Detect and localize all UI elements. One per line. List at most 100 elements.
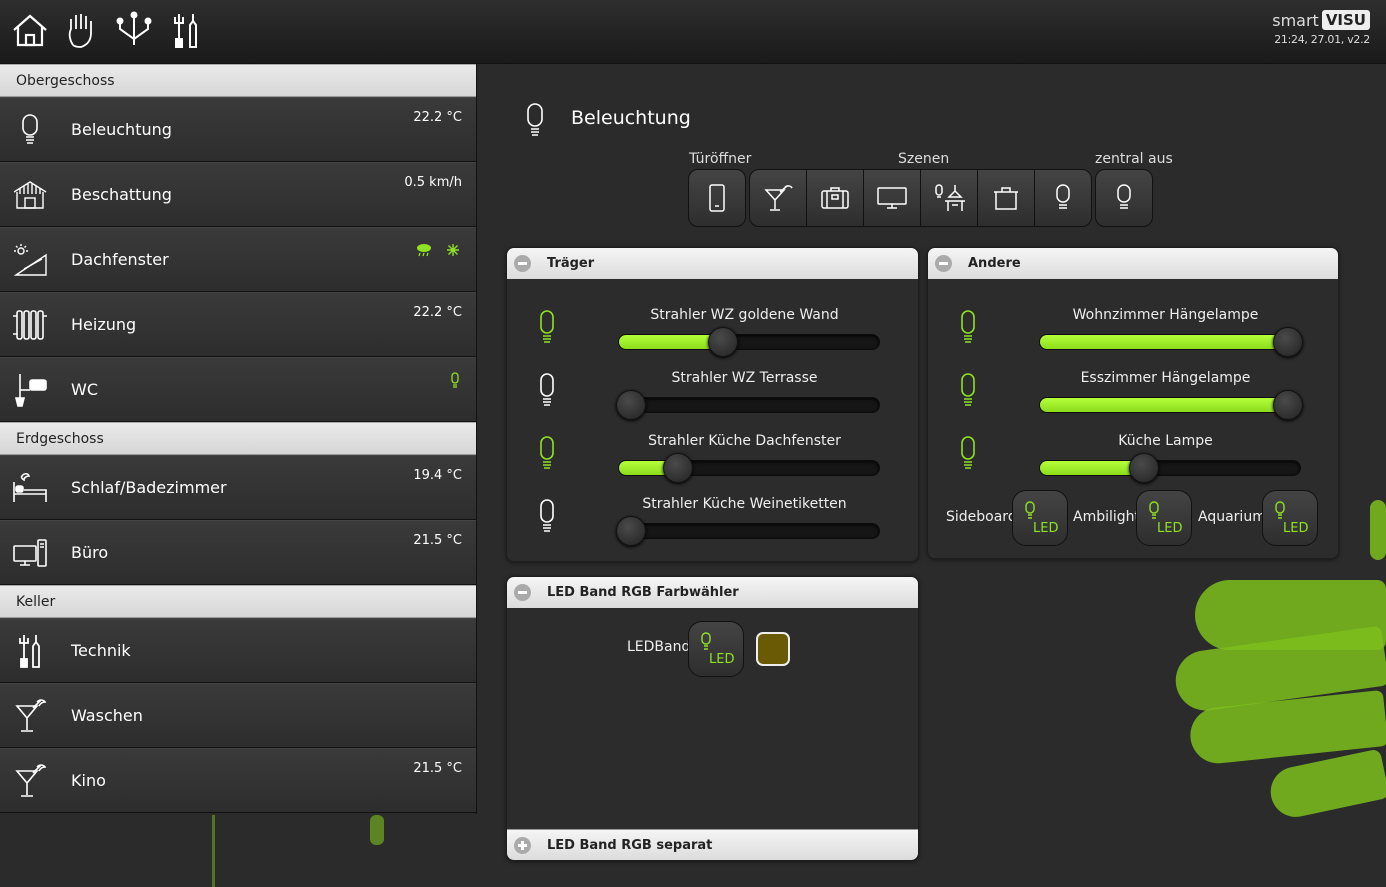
tools-icon: [10, 631, 50, 671]
door-opener-button[interactable]: [688, 169, 746, 227]
section-keller: Keller: [0, 585, 476, 618]
sidebar-item-schlaf-badezimmer[interactable]: Schlaf/Badezimmer 19.4 °C: [0, 455, 476, 520]
panel-led-separat-header[interactable]: LED Band RGB separat: [507, 829, 918, 860]
panel-andere: Andere Wohnzimmer Hängelampe Esszimmer H…: [927, 247, 1339, 559]
slider-label: Strahler WZ Terrasse: [671, 370, 818, 386]
sidebar-item-wc[interactable]: WC: [0, 357, 476, 422]
scene-suitcase-button[interactable]: [806, 169, 864, 227]
slider-handle[interactable]: [663, 453, 694, 483]
dimmer-slider[interactable]: [616, 516, 880, 546]
panel-andere-header[interactable]: Andere: [928, 248, 1338, 279]
ledband-label: LEDBand: [627, 639, 691, 655]
bulb-icon: [535, 371, 559, 411]
bulb-icon: [10, 110, 50, 150]
collapse-icon[interactable]: [514, 584, 531, 601]
tools-icon[interactable]: [166, 10, 206, 50]
panel-led-rgb: LED Band RGB Farbwähler LEDBand LED LED …: [506, 576, 919, 861]
sidebar-item-value: 19.4 °C: [413, 468, 462, 483]
sidebar-item-heizung[interactable]: Heizung 22.2 °C: [0, 292, 476, 357]
network-icon[interactable]: [114, 10, 154, 50]
ambilight-label: Ambilight: [1073, 509, 1141, 525]
slider-handle[interactable]: [1129, 453, 1160, 483]
slider-handle[interactable]: [616, 390, 646, 420]
sidebar-item-label: Beschattung: [71, 185, 172, 204]
sidebar-item-beleuchtung[interactable]: Beleuchtung 22.2 °C: [0, 97, 476, 162]
slider-handle[interactable]: [708, 327, 739, 357]
cocktail-icon: [764, 185, 793, 211]
led-label: LED: [1283, 521, 1309, 536]
scene-tv-button[interactable]: [863, 169, 921, 227]
scenes-label: Szenen: [898, 151, 950, 167]
door-label: Türöffner: [689, 151, 752, 167]
sidebar-item-label: Beleuchtung: [71, 120, 172, 139]
computer-icon: [10, 533, 50, 573]
sideboard-led-button[interactable]: LED: [1012, 490, 1068, 546]
section-erdgeschoss: Erdgeschoss: [0, 422, 476, 455]
aquarium-label: Aquarium: [1198, 509, 1266, 525]
sidebar-item-kino[interactable]: Kino 21.5 °C: [0, 748, 476, 813]
panel-title: Andere: [968, 256, 1021, 271]
sidebar-item-label: Dachfenster: [71, 250, 169, 269]
ledband-button[interactable]: LED: [688, 621, 744, 677]
bulb-icon: [956, 308, 980, 348]
sidebar-item-beschattung[interactable]: Beschattung 0.5 km/h: [0, 162, 476, 227]
dimmer-slider[interactable]: [1039, 390, 1303, 420]
home-icon[interactable]: [10, 10, 50, 50]
slider-fill: [1040, 335, 1288, 349]
panel-traeger-header[interactable]: Träger: [507, 248, 918, 279]
sidebar-item-label: Technik: [71, 641, 131, 660]
bulb-icon: [956, 371, 980, 411]
toilet-icon: [10, 370, 50, 410]
dining-lamp-icon: [935, 184, 965, 211]
ambilight-led-button[interactable]: LED: [1136, 490, 1192, 546]
scene-light-button[interactable]: [1034, 169, 1092, 227]
dimmer-slider[interactable]: [616, 390, 880, 420]
sidebar-item-value: 0.5 km/h: [404, 175, 462, 190]
slider-label: Strahler Küche Dachfenster: [648, 433, 841, 449]
slider-handle[interactable]: [616, 516, 646, 546]
central-off-button[interactable]: [1095, 169, 1153, 227]
dimmer-slider[interactable]: [1039, 327, 1303, 357]
snow-icon: [446, 242, 460, 261]
slider-handle[interactable]: [1273, 327, 1303, 357]
slider-label: Küche Lampe: [1118, 433, 1213, 449]
dimmer-slider[interactable]: [618, 453, 880, 483]
sidebar-item-value: 22.2 °C: [413, 110, 462, 125]
panel-led-rgb-header[interactable]: LED Band RGB Farbwähler: [507, 577, 918, 608]
sidebar-item-value: 22.2 °C: [413, 305, 462, 320]
cocktail-icon: [10, 761, 50, 801]
dimmer-slider[interactable]: [618, 327, 880, 357]
sidebar-item-label: Waschen: [71, 706, 143, 725]
radiator-icon: [10, 305, 50, 345]
slider-label: Wohnzimmer Hängelampe: [1072, 307, 1259, 323]
scene-pot-button[interactable]: [977, 169, 1035, 227]
scene-dining-button[interactable]: [920, 169, 978, 227]
sidebar-item-technik[interactable]: Technik: [0, 618, 476, 683]
slider-label: Strahler WZ goldene Wand: [650, 307, 839, 323]
page-title: Beleuchtung: [571, 107, 691, 129]
sidebar-item-buero[interactable]: Büro 21.5 °C: [0, 520, 476, 585]
led-label: LED: [1157, 521, 1183, 536]
aquarium-led-button[interactable]: LED: [1262, 490, 1318, 546]
sidebar-item-label: Kino: [71, 771, 106, 790]
color-picker-swatch[interactable]: [756, 632, 790, 666]
expand-icon[interactable]: [514, 837, 531, 854]
dimmer-slider[interactable]: [1039, 453, 1301, 483]
scene-cocktail-button[interactable]: [749, 169, 807, 227]
bed-icon: [10, 468, 50, 508]
brand-smart: smart: [1272, 10, 1319, 30]
collapse-icon[interactable]: [935, 255, 952, 272]
slider-handle[interactable]: [1273, 390, 1303, 420]
led-label: LED: [709, 652, 735, 667]
sidebar-item-waschen[interactable]: Waschen: [0, 683, 476, 748]
sidebar-item-dachfenster[interactable]: Dachfenster: [0, 227, 476, 292]
slider-label: Strahler Küche Weinetiketten: [642, 496, 847, 512]
bulb-icon: [535, 308, 559, 348]
sidebar-item-label: WC: [71, 380, 98, 399]
collapse-icon[interactable]: [514, 255, 531, 272]
bulb-icon: [1056, 184, 1070, 209]
hand-icon[interactable]: [62, 10, 102, 50]
sidebar-item-label: Büro: [71, 543, 109, 562]
top-bar: smart VISU 21:24, 27.01, v2.2: [0, 0, 1386, 64]
bulb-icon: [535, 497, 559, 537]
